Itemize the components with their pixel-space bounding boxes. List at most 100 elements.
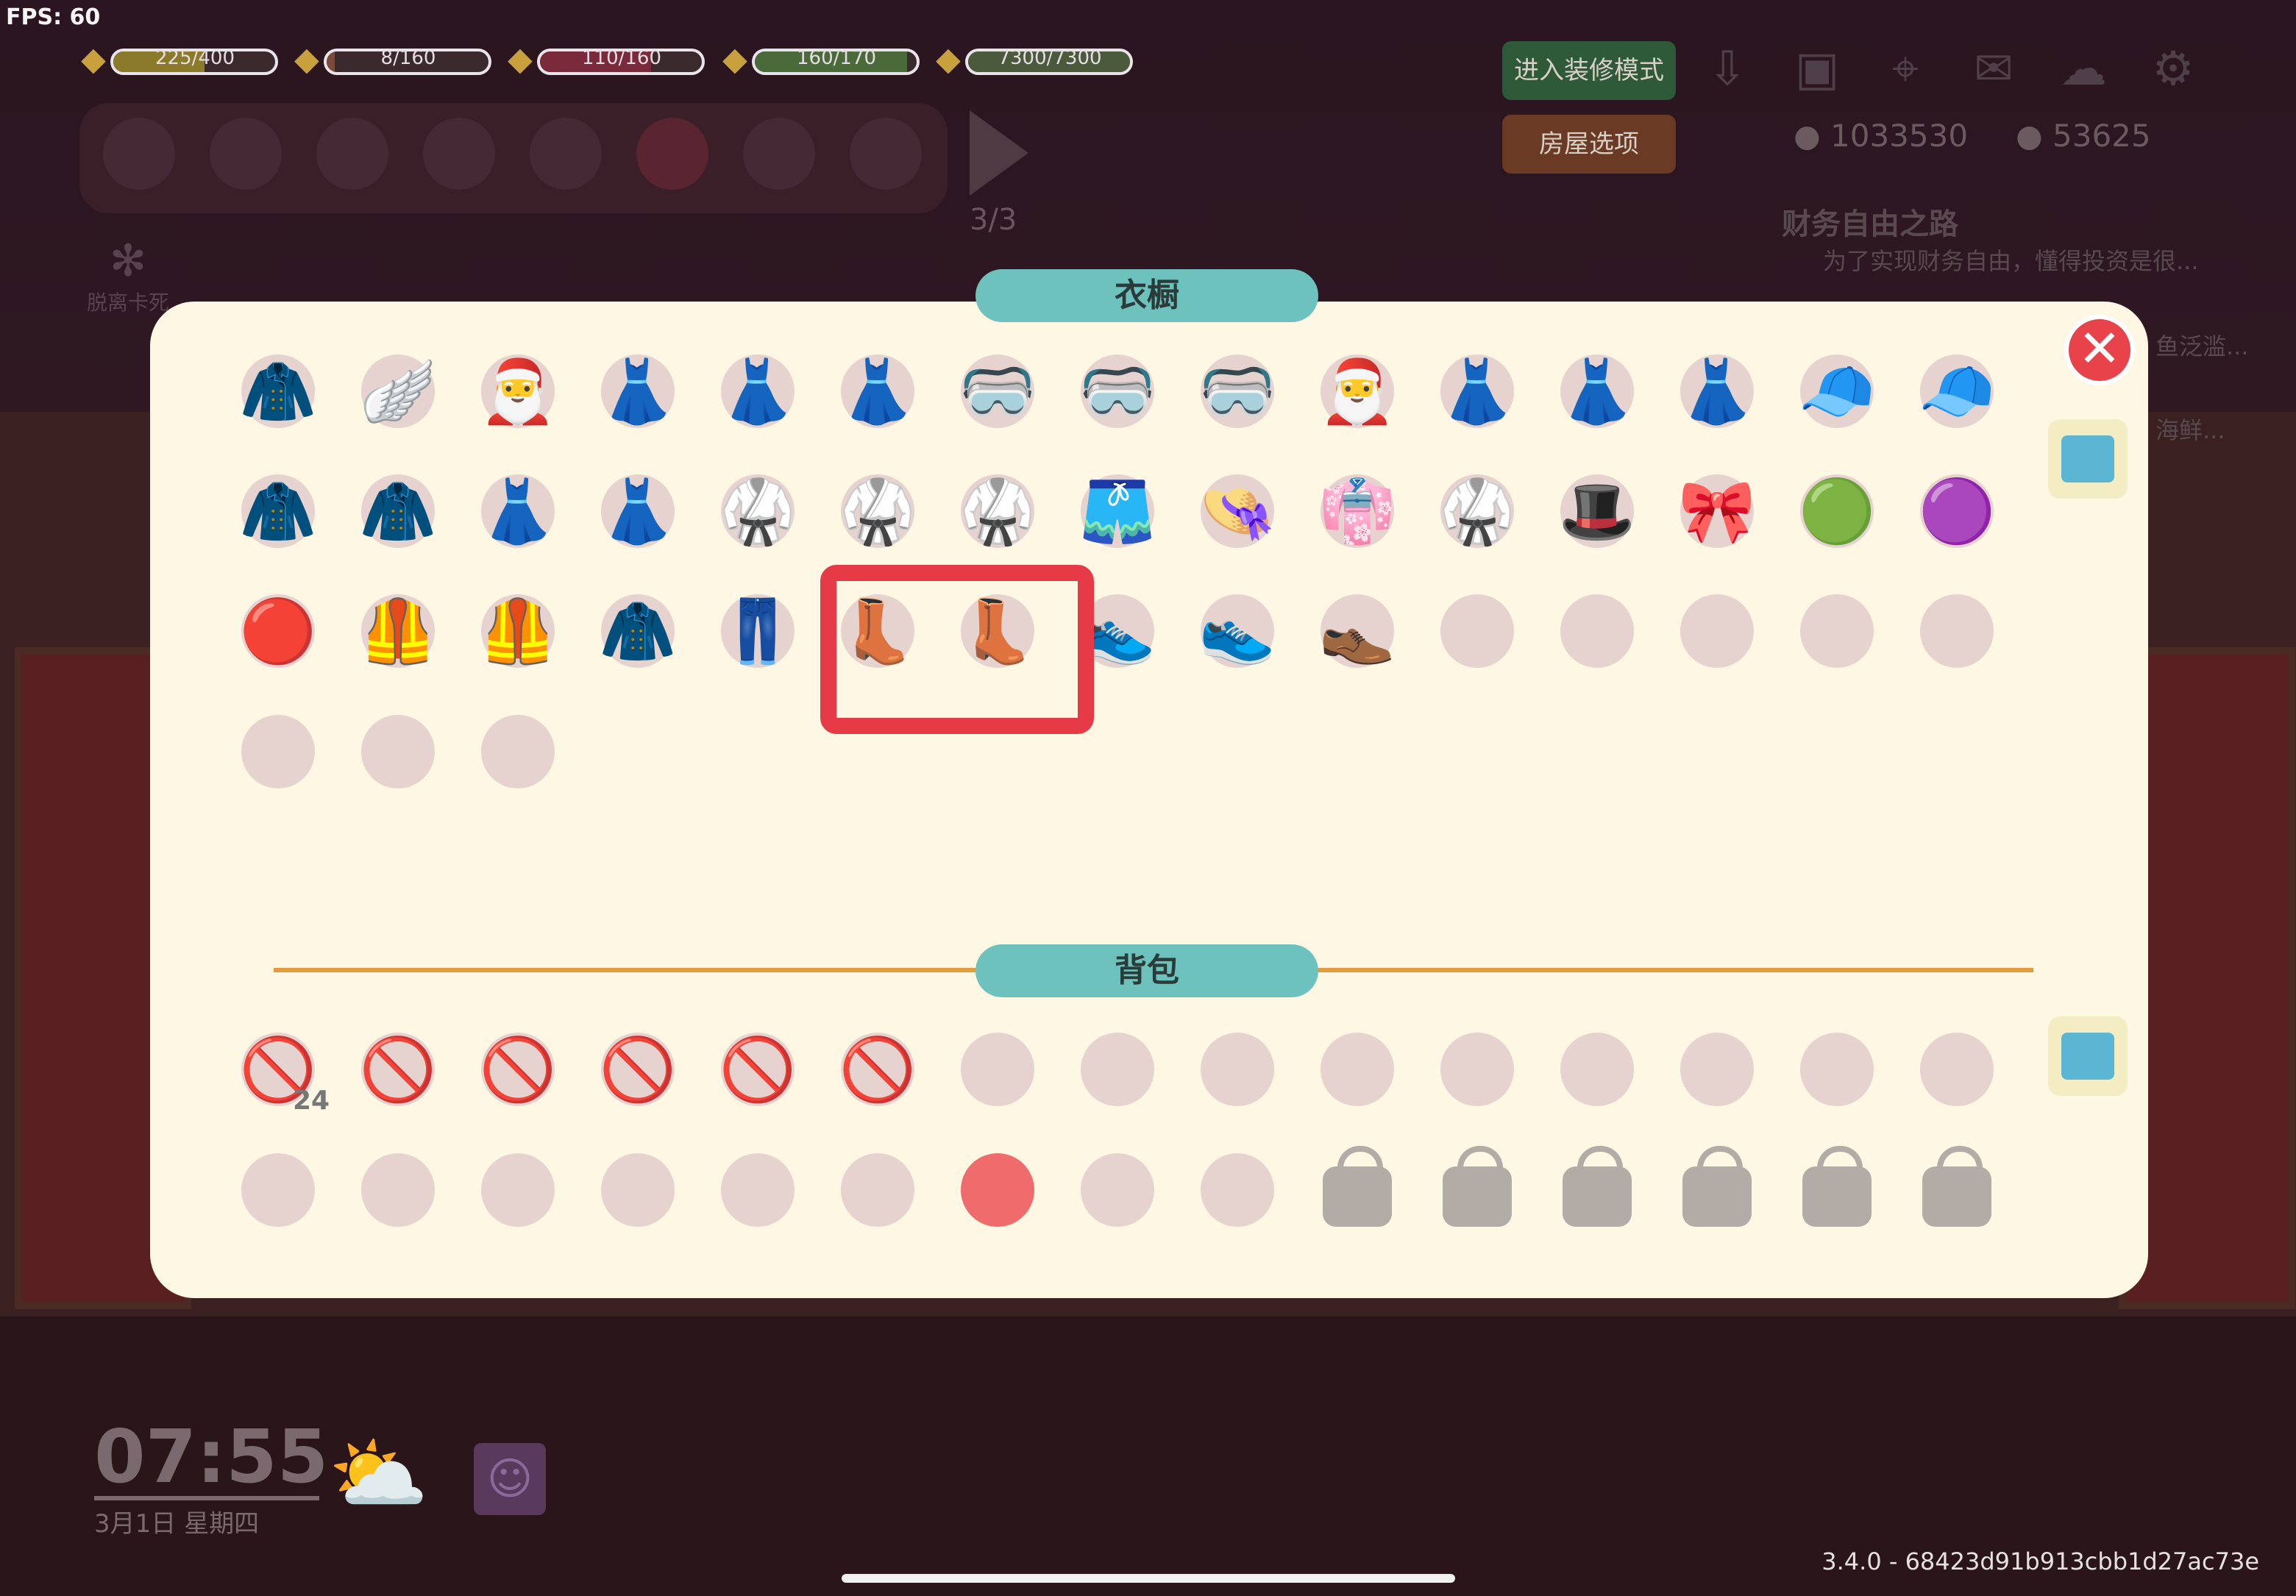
backpack-slot[interactable] xyxy=(241,1153,315,1227)
escape-stuck-button[interactable]: ✻ 脱离卡死 xyxy=(87,235,169,315)
clothing-item-icon[interactable]: 👗 xyxy=(470,463,566,559)
clothing-item-icon[interactable]: 🩳 xyxy=(1070,463,1165,559)
clothing-item-icon[interactable]: 🥽 xyxy=(1190,343,1285,439)
cloud-folder-icon[interactable]: ☁ xyxy=(2051,37,2116,101)
wardrobe-slot[interactable] xyxy=(1440,594,1514,668)
clothing-item-icon[interactable]: 🥋 xyxy=(830,463,925,559)
wardrobe-slot[interactable] xyxy=(481,715,555,788)
quest-item[interactable]: 财务自由之路 为了实现财务自由，懂得投资是很... xyxy=(1782,200,2199,277)
disabled-tool-icon[interactable]: 🚫 xyxy=(590,1022,686,1117)
hotbar-slot[interactable] xyxy=(530,118,602,190)
wardrobe-slot[interactable] xyxy=(1560,594,1634,668)
hotbar-slot[interactable] xyxy=(636,118,708,190)
clothing-item-icon[interactable]: 🧥 xyxy=(350,463,446,559)
home-indicator[interactable] xyxy=(842,1574,1455,1583)
annotation-highlight xyxy=(820,565,1094,734)
wardrobe-slot[interactable] xyxy=(1680,594,1754,668)
clothing-item-icon[interactable]: 👟 xyxy=(1190,583,1285,679)
backpack-slot[interactable] xyxy=(1920,1033,1994,1106)
wardrobe-slot[interactable] xyxy=(1920,594,1994,668)
clothing-item-icon[interactable]: 🧥 xyxy=(230,463,326,559)
wardrobe-slot[interactable] xyxy=(241,715,315,788)
backpack-slot[interactable] xyxy=(1560,1033,1634,1106)
settings-gear-icon[interactable]: ⚙ xyxy=(2141,37,2206,101)
clothing-item-icon[interactable]: 👘 xyxy=(1309,463,1405,559)
clothing-item-icon[interactable]: 👖 xyxy=(710,583,806,679)
hotbar-slot[interactable] xyxy=(316,118,388,190)
clothing-item-icon[interactable]: 🦺 xyxy=(470,583,566,679)
backpack-slot[interactable] xyxy=(1081,1153,1154,1227)
wardrobe-sort-button[interactable] xyxy=(2048,419,2128,499)
disabled-tool-icon[interactable]: 🚫 xyxy=(710,1022,806,1117)
clothing-item-icon[interactable]: 🎩 xyxy=(1549,463,1645,559)
backpack-slot[interactable] xyxy=(1201,1153,1274,1227)
clothing-item-icon[interactable]: 👒 xyxy=(1190,463,1285,559)
clothing-item-icon[interactable]: 🎅 xyxy=(470,343,566,439)
clothing-item-icon[interactable]: 🧢 xyxy=(1909,343,2005,439)
clothing-item-icon[interactable]: 🔴 xyxy=(230,583,326,679)
clothing-item-icon[interactable]: 🎀 xyxy=(1669,463,1765,559)
map-pin-icon[interactable]: ⌖ xyxy=(1873,37,1938,101)
disabled-tool-icon[interactable]: 🚫 xyxy=(830,1022,925,1117)
backpack-sort-button[interactable] xyxy=(2048,1016,2128,1096)
hotbar-slot[interactable] xyxy=(423,118,495,190)
clothing-item-icon[interactable]: 👗 xyxy=(590,343,686,439)
backpack-slot[interactable] xyxy=(1201,1033,1274,1106)
clothing-item-icon[interactable]: 🥽 xyxy=(950,343,1045,439)
backpack-slot[interactable] xyxy=(841,1153,914,1227)
clothing-item-icon[interactable]: 👗 xyxy=(830,343,925,439)
clothing-item-icon[interactable]: 🧥 xyxy=(590,583,686,679)
disabled-tool-icon[interactable]: 🚫 xyxy=(470,1022,566,1117)
briefcase-icon[interactable]: ▣ xyxy=(1785,37,1849,101)
backpack-slot-selected[interactable] xyxy=(961,1153,1034,1227)
hotbar-slot[interactable] xyxy=(743,118,815,190)
clothing-item-icon[interactable]: 🥋 xyxy=(710,463,806,559)
hotbar-slot[interactable] xyxy=(103,118,175,190)
clothing-item-icon[interactable]: 🪽 xyxy=(350,343,446,439)
backpack-slot[interactable] xyxy=(721,1153,795,1227)
house-options-button[interactable]: 房屋选项 xyxy=(1502,115,1676,174)
clothing-item-icon[interactable]: 👗 xyxy=(1549,343,1645,439)
escape-label: 脱离卡死 xyxy=(87,291,170,315)
backpack-slot[interactable] xyxy=(1321,1033,1394,1106)
clothing-item-icon[interactable]: 👗 xyxy=(710,343,806,439)
backpack-slot[interactable] xyxy=(481,1153,555,1227)
download-icon[interactable]: ⇩ xyxy=(1695,37,1760,101)
hotbar-slot[interactable] xyxy=(850,118,922,190)
hotbar-slot[interactable] xyxy=(210,118,282,190)
close-button[interactable]: ✕ xyxy=(2064,315,2135,385)
character-portrait[interactable]: ☺ xyxy=(474,1443,546,1515)
wardrobe-slot[interactable] xyxy=(361,715,435,788)
hotbar-next-page-button[interactable] xyxy=(970,110,1028,196)
gem-currency: ● 53625 xyxy=(2016,118,2151,154)
backpack-slot[interactable] xyxy=(961,1033,1034,1106)
backpack-slot[interactable] xyxy=(1680,1033,1754,1106)
clothing-item-icon[interactable]: 🟣 xyxy=(1909,463,2005,559)
backpack-slot[interactable] xyxy=(1440,1033,1514,1106)
clothing-item-icon[interactable]: 🧥 xyxy=(230,343,326,439)
clothing-item-icon[interactable]: 🧢 xyxy=(1789,343,1885,439)
clothing-item-icon[interactable]: 🎅 xyxy=(1309,343,1405,439)
mail-icon[interactable]: ✉ xyxy=(1961,37,2026,101)
backpack-slot[interactable] xyxy=(1081,1033,1154,1106)
clothing-item-icon[interactable]: 👞 xyxy=(1309,583,1405,679)
wardrobe-slot[interactable] xyxy=(1800,594,1874,668)
disabled-tool-icon[interactable]: 🚫 xyxy=(350,1022,446,1117)
clothing-item-icon[interactable]: 🥋 xyxy=(1429,463,1525,559)
backpack-slot[interactable] xyxy=(361,1153,435,1227)
clothing-item-icon[interactable]: 👗 xyxy=(590,463,686,559)
version-label: 3.4.0 - 68423d91b913cbb1d27ac73e xyxy=(1821,1547,2259,1575)
clock-underline xyxy=(94,1496,319,1500)
clothing-item-icon[interactable]: 🥽 xyxy=(1070,343,1165,439)
clothing-item-icon[interactable]: 🥋 xyxy=(950,463,1045,559)
clock-date: 3月1日 星期四 xyxy=(94,1509,260,1539)
decorate-mode-button[interactable]: 进入装修模式 xyxy=(1502,41,1676,100)
clothing-item-icon[interactable]: 🟢 xyxy=(1789,463,1885,559)
gold-amount: 1033530 xyxy=(1830,118,1969,154)
clothing-item-icon[interactable]: 👗 xyxy=(1669,343,1765,439)
clothing-item-icon[interactable]: 🦺 xyxy=(350,583,446,679)
clothing-item-icon[interactable]: 👗 xyxy=(1429,343,1525,439)
gold-coin-icon: ● xyxy=(1794,118,1821,154)
backpack-slot[interactable] xyxy=(601,1153,675,1227)
backpack-slot[interactable] xyxy=(1800,1033,1874,1106)
